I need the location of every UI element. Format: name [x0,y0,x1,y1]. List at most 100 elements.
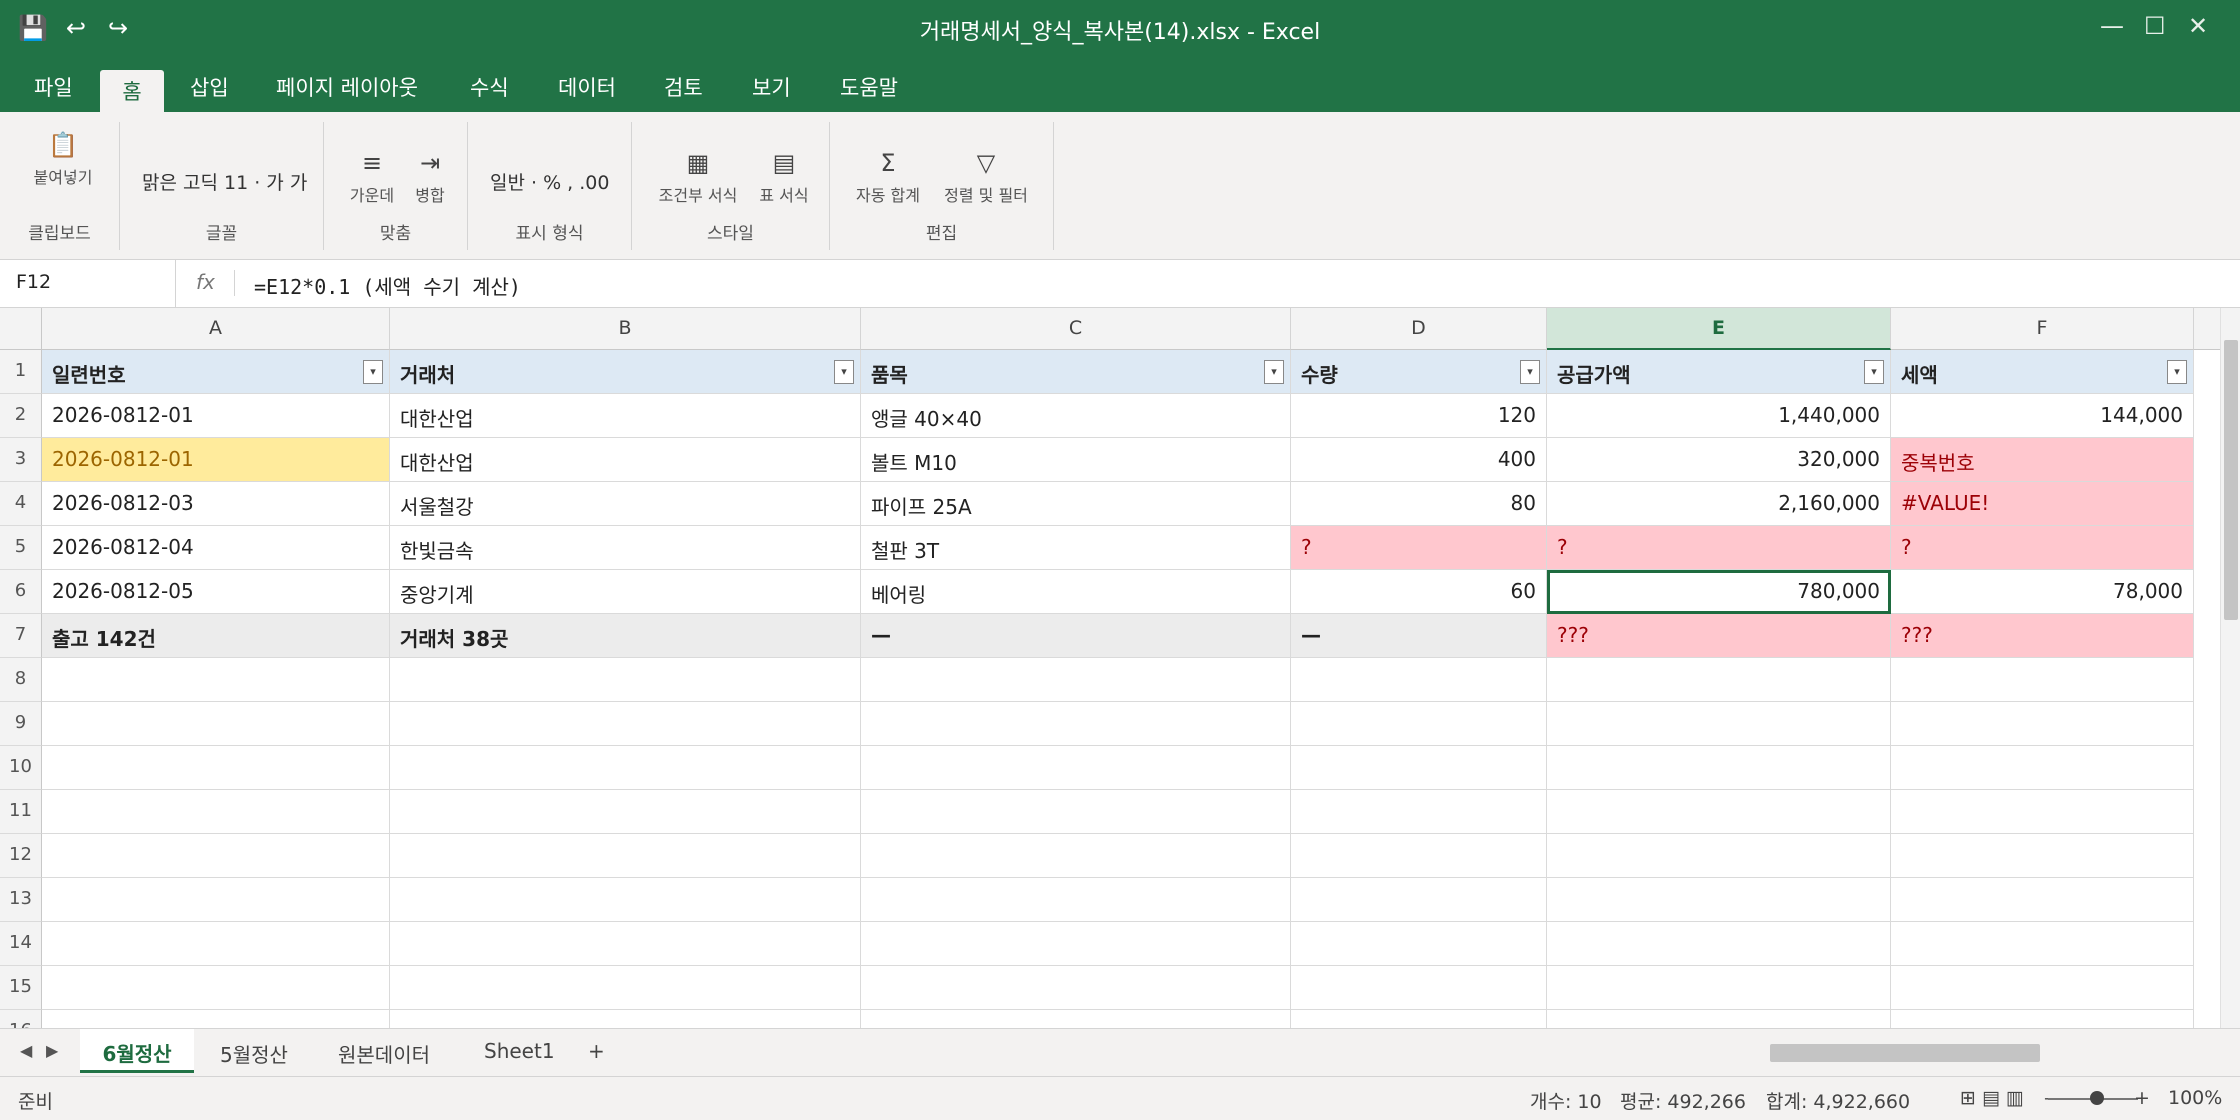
view-mode-icons[interactable]: ⊞ ▤ ▥ [1960,1087,2024,1109]
number-format-controls[interactable]: 일반 · % , .00 [490,168,609,195]
tab-file[interactable]: 파일 [34,72,73,102]
filter-dropdown-icon[interactable]: ▾ [1864,360,1884,384]
cell-f16[interactable] [1891,1010,2194,1028]
cell-d3[interactable]: 400 [1291,438,1547,482]
tab-formulas[interactable]: 수식 [470,72,509,102]
cell-b6[interactable]: 중앙기계 [390,570,861,614]
add-sheet-icon[interactable]: + [588,1039,605,1063]
cell-f15[interactable] [1891,966,2194,1010]
cell-f13[interactable] [1891,878,2194,922]
font-controls[interactable]: 맑은 고딕 11 · 가 가 [142,168,307,195]
column-header-b[interactable]: B [390,308,861,350]
zoom-slider-knob[interactable] [2090,1091,2104,1105]
cell-a8[interactable] [42,658,390,702]
paste-button[interactable]: 📋 붙여넣기 [26,130,100,188]
cell-e11[interactable] [1547,790,1891,834]
horizontal-scroll-thumb[interactable] [1770,1044,2040,1062]
tab-insert[interactable]: 삽입 [190,72,229,102]
cell-b5[interactable]: 한빛금속 [390,526,861,570]
row-header-8[interactable]: 8 [0,658,42,702]
header-cell-b1[interactable]: 거래처 ▾ [390,350,861,394]
cell-a10[interactable] [42,746,390,790]
cell-e2[interactable]: 1,440,000 [1547,394,1891,438]
column-header-d[interactable]: D [1291,308,1547,350]
filter-dropdown-icon[interactable]: ▾ [363,360,383,384]
row-header-3[interactable]: 3 [0,438,42,482]
cell-e14[interactable] [1547,922,1891,966]
center-button[interactable]: ≡ 가운데 [344,148,400,206]
row-header-10[interactable]: 10 [0,746,42,790]
filter-dropdown-icon[interactable]: ▾ [1520,360,1540,384]
total-cell-e7[interactable]: ??? [1547,614,1891,658]
minimize-icon[interactable]: — [2100,12,2124,40]
cell-f8[interactable] [1891,658,2194,702]
cell-c11[interactable] [861,790,1291,834]
cell-a13[interactable] [42,878,390,922]
cell-b13[interactable] [390,878,861,922]
cell-c12[interactable] [861,834,1291,878]
row-header-13[interactable]: 13 [0,878,42,922]
cell-f14[interactable] [1891,922,2194,966]
cell-b4[interactable]: 서울철강 [390,482,861,526]
vertical-scroll-thumb[interactable] [2224,340,2238,620]
total-cell-b7[interactable]: 거래처 38곳 [390,614,861,658]
cell-f2[interactable]: 144,000 [1891,394,2194,438]
cell-d10[interactable] [1291,746,1547,790]
tab-review[interactable]: 검토 [664,72,703,102]
total-cell-f7[interactable]: ??? [1891,614,2194,658]
header-cell-a1[interactable]: 일련번호 ▾ [42,350,390,394]
cell-e6[interactable]: 780,000 [1547,570,1891,614]
cell-d8[interactable] [1291,658,1547,702]
cell-c10[interactable] [861,746,1291,790]
cell-d11[interactable] [1291,790,1547,834]
total-cell-c7[interactable]: — [861,614,1291,658]
cell-e12[interactable] [1547,834,1891,878]
tab-view[interactable]: 보기 [752,72,791,102]
cell-c15[interactable] [861,966,1291,1010]
cell-b8[interactable] [390,658,861,702]
filter-dropdown-icon[interactable]: ▾ [834,360,854,384]
row-header-7[interactable]: 7 [0,614,42,658]
cell-e15[interactable] [1547,966,1891,1010]
sheet-tab-june[interactable]: 6월정산 [80,1029,194,1073]
cell-e10[interactable] [1547,746,1891,790]
header-cell-c1[interactable]: 품목 ▾ [861,350,1291,394]
select-all-corner[interactable] [0,308,42,350]
cell-b15[interactable] [390,966,861,1010]
cell-e4[interactable]: 2,160,000 [1547,482,1891,526]
formula-input[interactable]: =E12*0.1 (세액 수기 계산) [254,271,521,300]
total-cell-d7[interactable]: — [1291,614,1547,658]
cell-b10[interactable] [390,746,861,790]
total-cell-a7[interactable]: 출고 142건 [42,614,390,658]
row-header-6[interactable]: 6 [0,570,42,614]
table-format-button[interactable]: ▤ 표 서식 [754,148,814,206]
cell-e9[interactable] [1547,702,1891,746]
row-header-1[interactable]: 1 [0,350,42,394]
header-cell-d1[interactable]: 수량 ▾ [1291,350,1547,394]
tab-page-layout[interactable]: 페이지 레이아웃 [276,72,418,102]
cell-c13[interactable] [861,878,1291,922]
cell-f11[interactable] [1891,790,2194,834]
cell-a3[interactable]: 2026-0812-01 [42,438,390,482]
fx-icon[interactable]: fx [196,270,215,294]
vertical-scrollbar[interactable] [2220,308,2240,1028]
sheet-prev-icon[interactable]: ◀ [20,1041,32,1060]
name-box[interactable]: F12 [0,260,176,307]
cell-d4[interactable]: 80 [1291,482,1547,526]
maximize-icon[interactable]: ☐ [2144,12,2166,40]
cell-f12[interactable] [1891,834,2194,878]
cell-d2[interactable]: 120 [1291,394,1547,438]
filter-dropdown-icon[interactable]: ▾ [2167,360,2187,384]
cell-a11[interactable] [42,790,390,834]
conditional-format-button[interactable]: ▦ 조건부 서식 [652,148,744,206]
cell-e13[interactable] [1547,878,1891,922]
close-icon[interactable]: ✕ [2188,12,2208,40]
cell-c2[interactable]: 앵글 40×40 [861,394,1291,438]
cell-c4[interactable]: 파이프 25A [861,482,1291,526]
cell-a2[interactable]: 2026-0812-01 [42,394,390,438]
row-header-14[interactable]: 14 [0,922,42,966]
cell-c6[interactable]: 베어링 [861,570,1291,614]
sheet-tab-may[interactable]: 5월정산 [220,1039,288,1068]
cell-a14[interactable] [42,922,390,966]
cell-c14[interactable] [861,922,1291,966]
